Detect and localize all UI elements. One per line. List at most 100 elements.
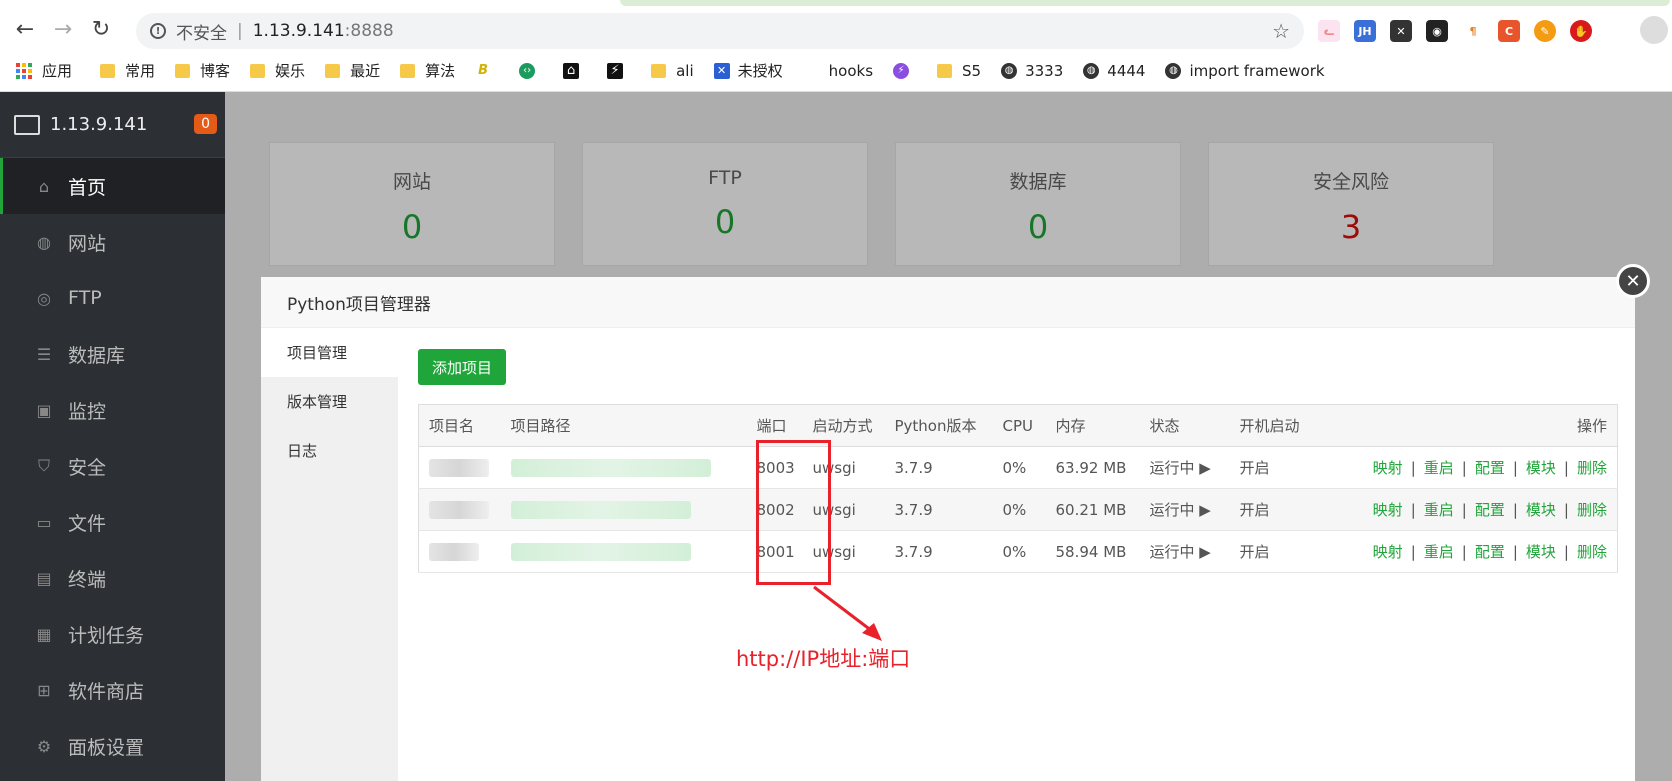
cat-extension-icon[interactable]: ᓚ bbox=[1318, 20, 1340, 42]
module-link[interactable]: 模块 bbox=[1526, 501, 1556, 519]
map-link[interactable]: 映射 bbox=[1373, 543, 1403, 561]
address-bar[interactable]: ! 不安全 | 1.13.9.141 :8888 ☆ bbox=[136, 13, 1304, 49]
tab-version-management[interactable]: 版本管理 bbox=[261, 377, 398, 426]
reload-icon[interactable]: ↻ bbox=[86, 14, 116, 44]
hand-block-extension-icon[interactable]: ✋ bbox=[1570, 20, 1592, 42]
bookmark-hooks[interactable]: hooks bbox=[829, 62, 873, 80]
cpu-cell: 0% bbox=[992, 446, 1046, 489]
bookmark-plug[interactable]: ⚡ bbox=[607, 62, 631, 79]
x-extension-icon[interactable]: ✕ bbox=[1390, 20, 1412, 42]
autostart-toggle[interactable]: 开启 bbox=[1229, 530, 1330, 573]
sidebar: 1.13.9.141 0 ⌂ 首页 ◍ 网站 ◎ FTP ☰ 数据库 ▣ 监控 ⛉ 安全 ▭… bbox=[0, 92, 225, 781]
purple-lightning-icon: ⚡ bbox=[893, 62, 910, 79]
restart-link[interactable]: 重启 bbox=[1424, 459, 1454, 477]
column-header: CPU bbox=[992, 404, 1046, 447]
config-link[interactable]: 配置 bbox=[1475, 459, 1505, 477]
autostart-toggle[interactable]: 开启 bbox=[1229, 446, 1330, 489]
server-address: 1.13.9.141 bbox=[50, 114, 148, 135]
globe-icon: ◍ bbox=[1001, 62, 1018, 79]
sidebar-item-ftp[interactable]: ◎ FTP bbox=[0, 270, 225, 326]
bookmark-4444[interactable]: ◍ 4444 bbox=[1083, 62, 1145, 80]
folder-icon bbox=[175, 63, 191, 78]
bookmark-folder[interactable]: S5 bbox=[937, 62, 981, 80]
bookmark-folder[interactable]: ali bbox=[651, 62, 694, 80]
project-table: 项目名 项目路径 端口 启动方式 Python版本 CPU 内存 状态 开机启动… bbox=[418, 404, 1618, 573]
restart-link[interactable]: 重启 bbox=[1424, 543, 1454, 561]
sidebar-item-home[interactable]: ⌂ 首页 bbox=[0, 158, 225, 214]
profile-avatar[interactable] bbox=[1640, 16, 1668, 44]
bookmark-3333[interactable]: ◍ 3333 bbox=[1001, 62, 1063, 80]
sidebar-item-label: 数据库 bbox=[68, 344, 126, 367]
config-link[interactable]: 配置 bbox=[1475, 501, 1505, 519]
status-toggle[interactable]: 运行中 ▶ bbox=[1139, 446, 1230, 489]
bookmark-folder[interactable]: 最近 bbox=[325, 60, 380, 81]
bookmark-folder[interactable]: 娱乐 bbox=[250, 60, 305, 81]
bookmark-label: hooks bbox=[828, 61, 874, 80]
delete-link[interactable]: 删除 bbox=[1577, 543, 1607, 561]
autostart-toggle[interactable]: 开启 bbox=[1229, 488, 1330, 531]
annotation-text: http://IP地址:端口 bbox=[736, 647, 911, 671]
bookmark-folder[interactable]: 常用 bbox=[100, 60, 155, 81]
project-name-blurred bbox=[418, 488, 501, 531]
shield-icon: ⛉ bbox=[37, 456, 50, 475]
notification-badge[interactable]: 0 bbox=[194, 114, 217, 134]
config-link[interactable]: 配置 bbox=[1475, 543, 1505, 561]
security-label: 不安全 bbox=[176, 23, 227, 44]
sidebar-item-security[interactable]: ⛉ 安全 bbox=[0, 438, 225, 494]
forward-arrow-icon[interactable]: → bbox=[48, 14, 78, 44]
bookmark-lightning[interactable]: ⚡ bbox=[893, 62, 917, 79]
orange-extension-icon[interactable]: ✎ bbox=[1534, 20, 1556, 42]
bookmark-unauth[interactable]: ✕ 未授权 bbox=[713, 60, 783, 81]
sidebar-item-cron[interactable]: ▦ 计划任务 bbox=[0, 606, 225, 662]
bookmark-import-framework[interactable]: ◍ import framework bbox=[1165, 62, 1325, 80]
map-link[interactable]: 映射 bbox=[1373, 501, 1403, 519]
tab-logs[interactable]: 日志 bbox=[261, 426, 398, 475]
modal-title: Python项目管理器 bbox=[261, 277, 1635, 328]
sidebar-item-monitor[interactable]: ▣ 监控 bbox=[0, 382, 225, 438]
sidebar-item-store[interactable]: ⊞ 软件商店 bbox=[0, 662, 225, 718]
status-toggle[interactable]: 运行中 ▶ bbox=[1139, 488, 1230, 531]
bookmark-label: S5 bbox=[962, 61, 982, 80]
sidebar-item-website[interactable]: ◍ 网站 bbox=[0, 214, 225, 270]
delete-link[interactable]: 删除 bbox=[1577, 501, 1607, 519]
back-arrow-icon[interactable]: ← bbox=[10, 14, 40, 44]
sidebar-item-label: 终端 bbox=[68, 568, 107, 591]
bookmark-code[interactable]: ‹› bbox=[519, 62, 543, 79]
bookmark-folder[interactable]: 算法 bbox=[400, 60, 455, 81]
module-link[interactable]: 模块 bbox=[1526, 459, 1556, 477]
bookmark-label: 娱乐 bbox=[275, 62, 306, 80]
close-icon[interactable]: ✕ bbox=[1616, 264, 1650, 298]
apps-grid-icon bbox=[16, 62, 32, 79]
bookmark-label: 应用 bbox=[42, 62, 73, 80]
restart-link[interactable]: 重启 bbox=[1424, 501, 1454, 519]
bookmark-cap[interactable]: ⌂ bbox=[563, 62, 587, 79]
bookmark-b[interactable]: B bbox=[475, 63, 499, 79]
pilcrow-extension-icon[interactable]: ¶ bbox=[1462, 20, 1484, 42]
sidebar-item-label: FTP bbox=[68, 287, 102, 309]
folder-icon bbox=[325, 63, 341, 78]
actions-cell: 映射 | 重启 | 配置 | 模块 | 删除 bbox=[1329, 530, 1618, 573]
tab-project-management[interactable]: 项目管理 bbox=[261, 328, 398, 377]
glasses-extension-icon[interactable]: ◉ bbox=[1426, 20, 1448, 42]
add-project-button[interactable]: 添加项目 bbox=[418, 349, 506, 385]
sidebar-item-files[interactable]: ▭ 文件 bbox=[0, 494, 225, 550]
map-link[interactable]: 映射 bbox=[1373, 459, 1403, 477]
python-version-cell: 3.7.9 bbox=[884, 488, 993, 531]
module-link[interactable]: 模块 bbox=[1526, 543, 1556, 561]
folder-icon bbox=[400, 63, 416, 78]
bookmark-folder[interactable]: 博客 bbox=[175, 60, 230, 81]
sidebar-item-terminal[interactable]: ▤ 终端 bbox=[0, 550, 225, 606]
bookmark-label: 未授权 bbox=[737, 62, 783, 80]
folder-icon bbox=[651, 63, 667, 78]
bookmark-star-icon[interactable]: ☆ bbox=[1272, 19, 1290, 43]
sidebar-item-database[interactable]: ☰ 数据库 bbox=[0, 326, 225, 382]
delete-link[interactable]: 删除 bbox=[1577, 459, 1607, 477]
jh-extension-icon[interactable]: JH bbox=[1354, 20, 1376, 42]
sidebar-item-settings[interactable]: ⚙ 面板设置 bbox=[0, 718, 225, 774]
python-project-modal: Python项目管理器 项目管理 版本管理 日志 添加项目 项目名 项目路径 端… bbox=[261, 277, 1635, 781]
c-extension-icon[interactable]: C bbox=[1498, 20, 1520, 42]
bookmark-apps[interactable]: 应用 bbox=[16, 60, 72, 81]
tab-strip-accent bbox=[620, 0, 1670, 6]
extension-icons: ᓚ JH ✕ ◉ ¶ C ✎ ✋ bbox=[1318, 20, 1592, 42]
status-toggle[interactable]: 运行中 ▶ bbox=[1139, 530, 1230, 573]
